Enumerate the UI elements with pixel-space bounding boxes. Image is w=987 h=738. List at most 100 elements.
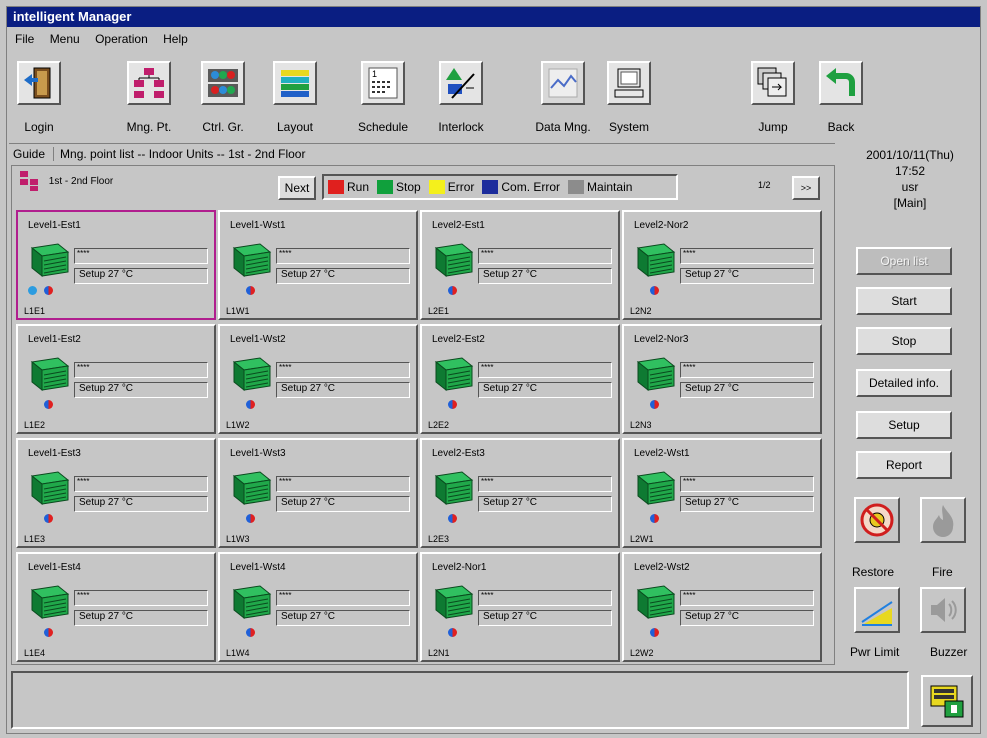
login-button[interactable]: Login (17, 53, 61, 137)
layout-button[interactable]: Layout (273, 53, 317, 137)
svg-text:1: 1 (372, 69, 377, 79)
unit-card[interactable]: Level1-Wst4 **** Setup 27 °C L1W4 (218, 552, 418, 662)
menu-bar: File Menu Operation Help (7, 29, 980, 49)
pwr-limit-label: Pwr Limit (850, 645, 900, 659)
floor-title: 1st - 2nd Floor (48, 175, 114, 187)
mode-indicator-icon (44, 286, 53, 295)
unit-code: L1E4 (24, 648, 46, 658)
time-text: 17:52 (894, 164, 926, 178)
indoor-unit-icon (634, 584, 676, 625)
unit-status-field: **** (276, 248, 410, 264)
unit-setup-field: Setup 27 °C (680, 496, 814, 512)
unit-card[interactable]: Level2-Nor3 **** Setup 27 °C L2N3 (622, 324, 822, 434)
indoor-unit-icon (634, 356, 676, 397)
guide-bar: Guide Mng. point list -- Indoor Units -- … (9, 143, 835, 163)
menu-operation[interactable]: Operation (95, 32, 148, 46)
indoor-unit-icon (230, 356, 272, 397)
mode-indicator-icon (246, 400, 255, 409)
page-next-button[interactable]: >> (792, 176, 820, 200)
unit-card[interactable]: Level1-Est3 **** Setup 27 °C L1E3 (16, 438, 216, 548)
mode-indicator-icon (246, 514, 255, 523)
unit-status-field: **** (276, 362, 410, 378)
restore-button[interactable] (854, 497, 900, 543)
restore-label: Restore (852, 565, 895, 579)
unit-card[interactable]: Level2-Est2 **** Setup 27 °C L2E2 (420, 324, 620, 434)
legend-com-error-swatch (482, 180, 499, 194)
unit-card[interactable]: Level1-Wst1 **** Setup 27 °C L1W1 (218, 210, 418, 320)
menu-menu[interactable]: Menu (50, 32, 80, 46)
unit-code: L1E2 (24, 420, 46, 430)
mode-indicator-icon (448, 514, 457, 523)
unit-name: Level1-Wst1 (230, 220, 286, 231)
unit-card[interactable]: Level2-Est3 **** Setup 27 °C L2E3 (420, 438, 620, 548)
indoor-unit-icon (230, 584, 272, 625)
unit-setup-field: Setup 27 °C (74, 610, 208, 626)
fire-button[interactable] (920, 497, 966, 543)
indoor-unit-icon (230, 242, 272, 283)
fire-icon (933, 505, 954, 537)
mode-indicator-icon (246, 286, 255, 295)
buzzer-button[interactable] (920, 587, 966, 633)
legend-run: Run (328, 180, 369, 194)
menu-help[interactable]: Help (163, 32, 188, 46)
guide-text: Mng. point list -- Indoor Units -- 1st -… (60, 147, 306, 161)
back-button[interactable]: Back (819, 53, 863, 137)
start-button[interactable]: Start (856, 287, 952, 315)
display-panel-button[interactable] (921, 675, 973, 727)
date-text: 2001/10/11(Thu) (866, 148, 954, 162)
mng-pt-button[interactable]: Mng. Pt. (127, 53, 171, 137)
unit-card[interactable]: Level2-Est1 **** Setup 27 °C L2E1 (420, 210, 620, 320)
unit-card[interactable]: Level2-Nor2 **** Setup 27 °C L2N2 (622, 210, 822, 320)
unit-card[interactable]: Level1-Wst2 **** Setup 27 °C L1W2 (218, 324, 418, 434)
unit-code: L2N2 (630, 306, 652, 316)
jump-button[interactable]: Jump (751, 53, 795, 137)
unit-card[interactable]: Level1-Est1 **** Setup 27 °C L1E1 (16, 210, 216, 320)
unit-setup-field: Setup 27 °C (680, 382, 814, 398)
indoor-unit-icon (432, 470, 474, 511)
unit-setup-field: Setup 27 °C (74, 268, 208, 284)
indoor-unit-icon (432, 584, 474, 625)
indoor-unit-icon (28, 584, 70, 625)
jump-icon (751, 61, 795, 105)
unit-setup-field: Setup 27 °C (74, 382, 208, 398)
unit-code: L1E1 (24, 306, 46, 316)
menu-file[interactable]: File (15, 32, 34, 46)
report-button[interactable]: Report (856, 451, 952, 479)
unit-status-field: **** (478, 476, 612, 492)
power-limit-icon (861, 601, 893, 626)
unit-card[interactable]: Level1-Est4 **** Setup 27 °C L1E4 (16, 552, 216, 662)
stop-button[interactable]: Stop (856, 327, 952, 355)
toolbar: Login Mng. Pt. Ctrl. Gr. Layout 1 Schedu… (7, 53, 980, 141)
mode-indicator-icon (448, 628, 457, 637)
unit-status-field: **** (680, 590, 814, 606)
unit-status-field: **** (276, 590, 410, 606)
ctrl-gr-button[interactable]: Ctrl. Gr. (201, 53, 245, 137)
schedule-button[interactable]: 1 Schedule (358, 53, 408, 137)
unit-card[interactable]: Level2-Nor1 **** Setup 27 °C L2N1 (420, 552, 620, 662)
mode-indicator-icon (650, 400, 659, 409)
unit-name: Level2-Nor2 (634, 220, 689, 231)
unit-name: Level2-Nor3 (634, 334, 689, 345)
unit-setup-field: Setup 27 °C (680, 610, 814, 626)
legend-run-swatch (328, 180, 344, 194)
open-list-button[interactable]: Open list (856, 247, 952, 275)
unit-setup-field: Setup 27 °C (74, 496, 208, 512)
mode-indicator-icon (448, 286, 457, 295)
legend-error-swatch (428, 180, 445, 194)
pwr-limit-button[interactable] (854, 587, 900, 633)
hierarchy-icon (127, 61, 171, 105)
unit-card[interactable]: Level1-Est2 **** Setup 27 °C L1E2 (16, 324, 216, 434)
unit-card[interactable]: Level1-Wst3 **** Setup 27 °C L1W3 (218, 438, 418, 548)
data-mng-button[interactable]: Data Mng. (535, 53, 591, 137)
unit-card[interactable]: Level2-Wst1 **** Setup 27 °C L2W1 (622, 438, 822, 548)
unit-code: L1E3 (24, 534, 46, 544)
interlock-button[interactable]: Interlock (438, 53, 484, 137)
setup-button[interactable]: Setup (856, 411, 952, 439)
detailed-info-button[interactable]: Detailed info. (856, 369, 952, 397)
system-button[interactable]: System (607, 53, 651, 137)
unit-status-field: **** (478, 590, 612, 606)
indoor-unit-icon (28, 356, 70, 397)
next-button[interactable]: Next (278, 176, 316, 200)
unit-name: Level2-Nor1 (432, 562, 487, 573)
unit-card[interactable]: Level2-Wst2 **** Setup 27 °C L2W2 (622, 552, 822, 662)
